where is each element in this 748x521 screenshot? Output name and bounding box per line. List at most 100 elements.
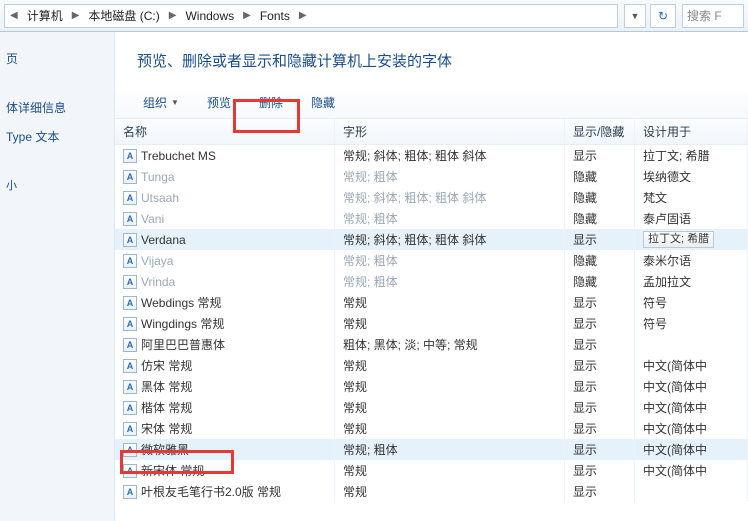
cell-design: 拉丁文; 希腊 — [635, 145, 748, 166]
font-file-icon: A — [123, 233, 137, 247]
cell-style: 粗体; 黑体; 淡; 中等; 常规 — [335, 334, 565, 355]
crumb-fonts[interactable]: Fonts — [254, 5, 296, 27]
font-file-icon: A — [123, 464, 137, 478]
table-row[interactable]: A黑体 常规常规显示中文(简体中 — [115, 376, 748, 397]
cell-name: ATrebuchet MS — [115, 145, 335, 166]
back-dropdown[interactable]: ▼ — [624, 4, 646, 28]
cell-style: 常规 — [335, 355, 565, 376]
table-row[interactable]: A微软雅黑常规; 粗体显示中文(简体中 — [115, 439, 748, 460]
cell-design: 梵文 — [635, 187, 748, 208]
dropdown-icon: ▼ — [171, 98, 179, 107]
table-row[interactable]: A新宋体 常规常规显示中文(简体中 — [115, 460, 748, 481]
cell-show: 显示 — [565, 460, 635, 481]
font-name-label: 叶根友毛笔行书2.0版 常规 — [141, 483, 281, 500]
cell-style: 常规 — [335, 376, 565, 397]
cell-design: 孟加拉文 — [635, 271, 748, 292]
table-row[interactable]: ATrebuchet MS常规; 斜体; 粗体; 粗体 斜体显示拉丁文; 希腊 — [115, 145, 748, 166]
cell-name: AVerdana — [115, 229, 335, 250]
chevron-right-icon: ▶ — [296, 10, 310, 21]
crumb-disk[interactable]: 本地磁盘 (C:) — [82, 5, 165, 27]
font-name-label: 黑体 常规 — [141, 378, 192, 395]
table-row[interactable]: A宋体 常规常规显示中文(简体中 — [115, 418, 748, 439]
table-row[interactable]: A仿宋 常规常规显示中文(简体中 — [115, 355, 748, 376]
cell-design: 中文(简体中 — [635, 376, 748, 397]
font-file-icon: A — [123, 380, 137, 394]
table-row[interactable]: AVijaya常规; 粗体隐藏泰米尔语 — [115, 250, 748, 271]
sidebar-item-0[interactable]: 页 — [0, 44, 114, 73]
cell-show: 显示 — [565, 355, 635, 376]
table-row[interactable]: A阿里巴巴普惠体粗体; 黑体; 淡; 中等; 常规显示 — [115, 334, 748, 355]
cell-name: AVani — [115, 208, 335, 229]
col-header-show[interactable]: 显示/隐藏 — [565, 119, 635, 144]
preview-button[interactable]: 预览 — [197, 90, 241, 115]
cell-show: 显示 — [565, 397, 635, 418]
sidebar-item-1[interactable]: 体详细信息 — [0, 93, 114, 122]
cell-style: 常规; 斜体; 粗体; 粗体 斜体 — [335, 229, 565, 250]
chevron-left-icon[interactable]: ◀ — [7, 10, 21, 21]
crumb-computer[interactable]: 计算机 — [21, 5, 69, 27]
search-input[interactable]: 搜索 F — [682, 4, 744, 28]
table-row[interactable]: AUtsaah常规; 斜体; 粗体; 粗体 斜体隐藏梵文 — [115, 187, 748, 208]
font-name-label: 微软雅黑 — [141, 441, 189, 458]
cell-style: 常规 — [335, 292, 565, 313]
cell-show: 显示 — [565, 418, 635, 439]
cell-show: 隐藏 — [565, 250, 635, 271]
cell-show: 显示 — [565, 334, 635, 355]
sidebar-item-3[interactable]: 小 — [0, 171, 114, 199]
font-name-label: 宋体 常规 — [141, 420, 192, 437]
list-header: 名称 字形 显示/隐藏 设计用于 — [115, 119, 748, 145]
delete-button[interactable]: 删除 — [249, 90, 293, 115]
font-file-icon: A — [123, 191, 137, 205]
refresh-button[interactable]: ↻ — [650, 4, 676, 28]
cell-name: A新宋体 常规 — [115, 460, 335, 481]
cell-name: A楷体 常规 — [115, 397, 335, 418]
organize-button[interactable]: 组织▼ — [133, 90, 189, 115]
table-row[interactable]: AVerdana常规; 斜体; 粗体; 粗体 斜体显示拉丁文; 希腊 — [115, 229, 748, 250]
cell-name: AUtsaah — [115, 187, 335, 208]
cell-design — [635, 481, 748, 502]
table-row[interactable]: AWingdings 常规常规显示符号 — [115, 313, 748, 334]
cell-show: 隐藏 — [565, 271, 635, 292]
cell-style: 常规 — [335, 313, 565, 334]
hide-button[interactable]: 隐藏 — [301, 90, 345, 115]
cell-show: 显示 — [565, 313, 635, 334]
font-file-icon: A — [123, 401, 137, 415]
sidebar: 页 体详细信息 Type 文本 小 — [0, 32, 115, 521]
cell-show: 显示 — [565, 229, 635, 250]
cell-design: 拉丁文; 希腊 — [635, 229, 748, 250]
design-chip-button[interactable]: 拉丁文; 希腊 — [643, 231, 714, 248]
table-row[interactable]: ATunga常规; 粗体隐藏埃纳德文 — [115, 166, 748, 187]
col-header-name[interactable]: 名称 — [115, 119, 335, 144]
font-name-label: Vrinda — [141, 275, 175, 289]
table-row[interactable]: AVani常规; 粗体隐藏泰卢固语 — [115, 208, 748, 229]
cell-name: A Vrinda — [115, 271, 335, 292]
cell-name: A仿宋 常规 — [115, 355, 335, 376]
table-row[interactable]: A楷体 常规常规显示中文(简体中 — [115, 397, 748, 418]
col-header-style[interactable]: 字形 — [335, 119, 565, 144]
cell-name: A 黑体 常规 — [115, 376, 335, 397]
cell-show: 显示 — [565, 292, 635, 313]
page-title: 预览、删除或者显示和隐藏计算机上安装的字体 — [115, 32, 748, 87]
cell-show: 隐藏 — [565, 166, 635, 187]
toolbar: 组织▼ 预览 删除 隐藏 — [115, 87, 748, 119]
cell-show: 隐藏 — [565, 208, 635, 229]
crumb-windows[interactable]: Windows — [179, 5, 240, 27]
cell-style: 常规 — [335, 418, 565, 439]
cell-show: 显示 — [565, 439, 635, 460]
cell-design: 符号 — [635, 313, 748, 334]
cell-show: 隐藏 — [565, 187, 635, 208]
address-bar: ◀ 计算机 ▶ 本地磁盘 (C:) ▶ Windows ▶ Fonts ▶ ▼ … — [0, 0, 748, 32]
cell-design: 埃纳德文 — [635, 166, 748, 187]
cell-style: 常规; 粗体 — [335, 439, 565, 460]
table-row[interactable]: AVrinda常规; 粗体隐藏孟加拉文 — [115, 271, 748, 292]
sidebar-item-2[interactable]: Type 文本 — [0, 122, 114, 151]
breadcrumb[interactable]: ◀ 计算机 ▶ 本地磁盘 (C:) ▶ Windows ▶ Fonts ▶ — [4, 4, 618, 28]
col-header-design[interactable]: 设计用于 — [635, 119, 748, 144]
font-file-icon: A — [123, 275, 137, 289]
table-row[interactable]: A叶根友毛笔行书2.0版 常规常规显示 — [115, 481, 748, 502]
cell-style: 常规; 粗体 — [335, 250, 565, 271]
chevron-right-icon: ▶ — [240, 10, 254, 21]
chevron-right-icon: ▶ — [166, 10, 180, 21]
table-row[interactable]: AWebdings 常规常规显示符号 — [115, 292, 748, 313]
font-name-label: Wingdings 常规 — [141, 315, 224, 332]
